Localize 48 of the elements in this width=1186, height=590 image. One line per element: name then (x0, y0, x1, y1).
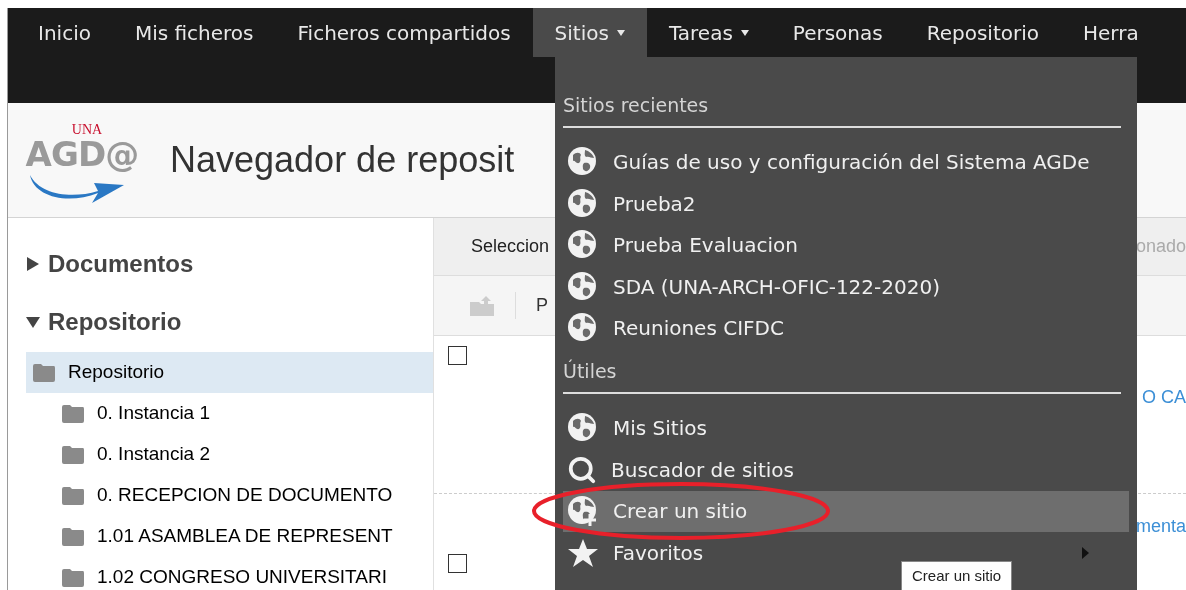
search-icon (567, 454, 597, 485)
nav-tab[interactable]: Tareas (646, 8, 771, 57)
menu-item[interactable]: Prueba2 (563, 183, 1129, 225)
folder-icon (61, 486, 85, 505)
folder-icon (32, 363, 56, 382)
menu-section-title: Sitios recientes (563, 91, 1121, 128)
folder-icon (61, 404, 85, 423)
tree-item[interactable]: 0. Instancia 2 (26, 434, 433, 475)
globe-icon (567, 270, 599, 303)
triangle-down-icon (26, 315, 40, 329)
nav-tab[interactable]: Herra (1061, 8, 1161, 57)
menu-item[interactable]: Guías de uso y configuración del Sistema AGDe (563, 141, 1129, 183)
globe-icon (567, 187, 599, 220)
checkbox[interactable] (448, 554, 467, 573)
tooltip: Crear un sitio (901, 561, 1013, 590)
nav-tab[interactable]: Sitios (532, 8, 647, 57)
logo: UNA AGD@ (22, 115, 142, 205)
menu-section-title: Útiles (563, 357, 1121, 394)
page-title: Navegador de reposit (170, 138, 515, 182)
tree-item[interactable]: 0. Instancia 1 (26, 393, 433, 434)
folder-icon (61, 527, 85, 546)
nav-tab[interactable]: Personas (770, 8, 905, 57)
triangle-right-icon (26, 257, 40, 271)
nav-tab[interactable]: Ficheros compartidos (275, 8, 533, 57)
menu-item[interactable]: Buscador de sitios (563, 449, 1129, 491)
tree-item[interactable]: 1.01 ASAMBLEA DE REPRESENT (26, 516, 433, 557)
toolbar-text: onado (1135, 235, 1186, 258)
nav-tab[interactable]: Inicio (16, 8, 113, 57)
tree-item[interactable]: Repositorio (26, 352, 433, 393)
menu-item[interactable]: Crear un sitio (563, 490, 1129, 532)
nav-tab[interactable]: Mis ficheros (112, 8, 276, 57)
checkbox[interactable] (448, 346, 467, 365)
toolbar-text[interactable]: Seleccion (471, 233, 550, 260)
file-link[interactable]: O CA (1142, 384, 1186, 411)
action-text[interactable]: P (515, 292, 548, 319)
file-link[interactable]: menta (1135, 513, 1186, 540)
menu-item[interactable]: SDA (UNA-ARCH-OFIC-122-2020) (563, 266, 1129, 308)
menu-item[interactable]: Mis Sitios (563, 407, 1129, 449)
folder-icon (61, 445, 85, 464)
menu-item[interactable]: Reuniones CIFDC (563, 307, 1129, 349)
tree-item[interactable]: 0. RECEPCION DE DOCUMENTO (26, 475, 433, 516)
tree-item[interactable]: 1.02 CONGRESO UNIVERSITARI (26, 557, 433, 590)
nav-tab[interactable]: Repositorio (904, 8, 1061, 57)
menu-item[interactable]: Prueba Evaluacion (563, 224, 1129, 266)
section-header[interactable]: Documentos (26, 246, 433, 282)
section-header[interactable]: Repositorio (26, 304, 433, 340)
folder-icon (61, 568, 85, 587)
globe-plus-icon (567, 495, 599, 528)
